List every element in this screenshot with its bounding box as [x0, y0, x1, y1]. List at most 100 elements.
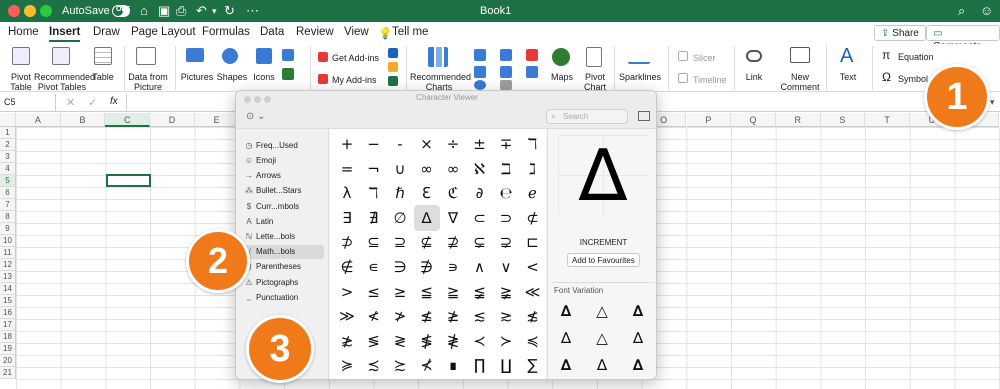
cv-char-cell[interactable]: ∧: [467, 254, 493, 280]
row-header-1[interactable]: 1: [0, 127, 16, 139]
redo-icon[interactable]: ↻: [224, 2, 235, 20]
tab-home[interactable]: Home: [8, 26, 39, 38]
row-header-21[interactable]: 21: [0, 367, 16, 379]
cv-char-cell[interactable]: ⊏: [520, 229, 546, 255]
recommended-pivot-button[interactable]: Recommended Pivot Tables: [34, 72, 95, 92]
cv-char-cell[interactable]: ⊃: [493, 205, 519, 231]
cv-category-item[interactable]: $ Curr...mbols: [242, 200, 324, 214]
smartart-icon[interactable]: [282, 68, 294, 80]
column-header-r[interactable]: R: [775, 113, 821, 127]
tab-formulas[interactable]: Formulas: [202, 26, 250, 38]
cv-char-cell[interactable]: ∓: [493, 131, 519, 157]
column-header-b[interactable]: B: [60, 113, 106, 127]
cv-char-cell[interactable]: ∋: [387, 254, 413, 280]
cv-char-cell[interactable]: ℸ: [520, 131, 546, 157]
shapes-button[interactable]: Shapes: [216, 72, 248, 82]
close-window-button[interactable]: [8, 5, 20, 17]
cv-char-cell[interactable]: ∄: [361, 205, 387, 231]
cv-char-cell[interactable]: ±: [467, 131, 493, 157]
cv-char-cell[interactable]: ∃: [334, 205, 360, 231]
cv-char-cell[interactable]: -: [387, 131, 413, 157]
save-icon[interactable]: ▣: [158, 2, 170, 20]
font-variation-cell[interactable]: ∆: [628, 328, 648, 348]
get-addins-button[interactable]: Get Add-ins: [332, 53, 379, 63]
cv-char-cell[interactable]: ∎: [440, 352, 466, 378]
zoom-window-button[interactable]: [40, 5, 52, 17]
cv-char-cell[interactable]: >: [334, 279, 360, 305]
icons-button[interactable]: Icons: [250, 72, 278, 82]
cv-char-cell[interactable]: ∪: [387, 156, 413, 182]
cv-char-cell[interactable]: ≽: [334, 352, 360, 378]
text-button[interactable]: Text: [834, 72, 862, 82]
row-header-20[interactable]: 20: [0, 355, 16, 367]
cv-category-item[interactable]: → Arrows: [242, 169, 324, 183]
cv-char-cell[interactable]: ∉: [334, 254, 360, 280]
share-button[interactable]: ⇪ Share: [874, 25, 926, 41]
cv-char-cell[interactable]: ≷: [387, 328, 413, 354]
slicer-button[interactable]: Slicer: [693, 53, 716, 63]
cv-char-cell[interactable]: ⊉: [440, 229, 466, 255]
cv-char-cell[interactable]: ∆: [413, 204, 440, 231]
column-chart-icon[interactable]: [474, 49, 486, 61]
cv-char-cell[interactable]: ∑: [520, 352, 546, 378]
tab-review[interactable]: Review: [296, 26, 334, 38]
tab-page-layout[interactable]: Page Layout: [131, 26, 196, 38]
cv-char-cell[interactable]: ⊆: [361, 229, 387, 255]
cv-char-cell[interactable]: ⊈: [414, 229, 440, 255]
home-icon[interactable]: ⌂: [140, 2, 148, 20]
row-header-9[interactable]: 9: [0, 223, 16, 235]
symbol-button[interactable]: Symbol: [898, 74, 928, 84]
undo-dropdown-icon[interactable]: ▾: [212, 2, 217, 20]
cv-char-cell[interactable]: ≺: [467, 328, 493, 354]
cv-char-cell[interactable]: =: [334, 156, 360, 182]
cv-char-cell[interactable]: ℶ: [493, 156, 519, 182]
statistic-chart-icon[interactable]: [500, 66, 512, 78]
column-header-e[interactable]: E: [194, 113, 240, 127]
cv-char-cell[interactable]: +: [334, 131, 360, 157]
cv-char-cell[interactable]: ≴: [520, 303, 546, 329]
account-icon[interactable]: ☺: [980, 2, 993, 20]
more-icon[interactable]: ⋯: [246, 2, 259, 20]
3d-models-icon[interactable]: [282, 49, 294, 61]
maps-button[interactable]: Maps: [548, 72, 576, 82]
row-header-18[interactable]: 18: [0, 331, 16, 343]
cv-char-cell[interactable]: ⊇: [387, 229, 413, 255]
cv-char-cell[interactable]: ∇: [440, 205, 466, 231]
print-icon[interactable]: ⎙: [176, 2, 186, 20]
cv-char-cell[interactable]: ≼: [520, 328, 546, 354]
cv-char-cell[interactable]: ≥: [387, 279, 413, 305]
function-icon[interactable]: fx: [110, 96, 118, 107]
cv-char-cell[interactable]: ≸: [414, 328, 440, 354]
row-header-4[interactable]: 4: [0, 163, 16, 175]
cv-char-cell[interactable]: ≫: [334, 303, 360, 329]
wikipedia-icon[interactable]: [388, 76, 398, 86]
cv-char-cell[interactable]: ℷ: [520, 156, 546, 182]
cv-char-cell[interactable]: ∊: [361, 254, 387, 280]
cv-char-cell[interactable]: ≿: [387, 352, 413, 378]
my-addins-button[interactable]: My Add-ins: [332, 75, 377, 85]
font-variation-cell[interactable]: ∆: [628, 301, 648, 321]
comments-button[interactable]: ▭ Comments: [926, 25, 1000, 52]
cv-char-cell[interactable]: ⊀: [414, 352, 440, 378]
cv-char-cell[interactable]: ℭ: [440, 180, 466, 206]
cv-char-cell[interactable]: ≳: [493, 303, 519, 329]
cv-char-cell[interactable]: ⊄: [520, 205, 546, 231]
tab-view[interactable]: View: [344, 26, 369, 38]
cv-char-cell[interactable]: ℸ: [361, 180, 387, 206]
waterfall-chart-icon[interactable]: [526, 49, 538, 61]
column-header-t[interactable]: T: [865, 113, 910, 127]
font-variation-cell[interactable]: ∆: [556, 301, 576, 321]
cv-char-cell[interactable]: ≶: [361, 328, 387, 354]
cv-char-cell[interactable]: ⊋: [493, 229, 519, 255]
cv-char-cell[interactable]: ∂: [467, 180, 493, 206]
column-header-s[interactable]: S: [820, 113, 866, 127]
data-from-picture-button[interactable]: Data from Picture: [126, 72, 170, 92]
cv-char-cell[interactable]: ≱: [440, 303, 466, 329]
font-variation-cell[interactable]: ∆: [628, 355, 648, 375]
cv-char-cell[interactable]: −: [361, 131, 387, 157]
cv-char-cell[interactable]: ≩: [493, 279, 519, 305]
cv-category-item[interactable]: √ Math...bols: [242, 245, 324, 260]
cv-category-item[interactable]: ◷ Freq...Used: [242, 139, 324, 153]
font-variation-cell[interactable]: △: [592, 328, 612, 348]
row-header-13[interactable]: 13: [0, 271, 16, 283]
